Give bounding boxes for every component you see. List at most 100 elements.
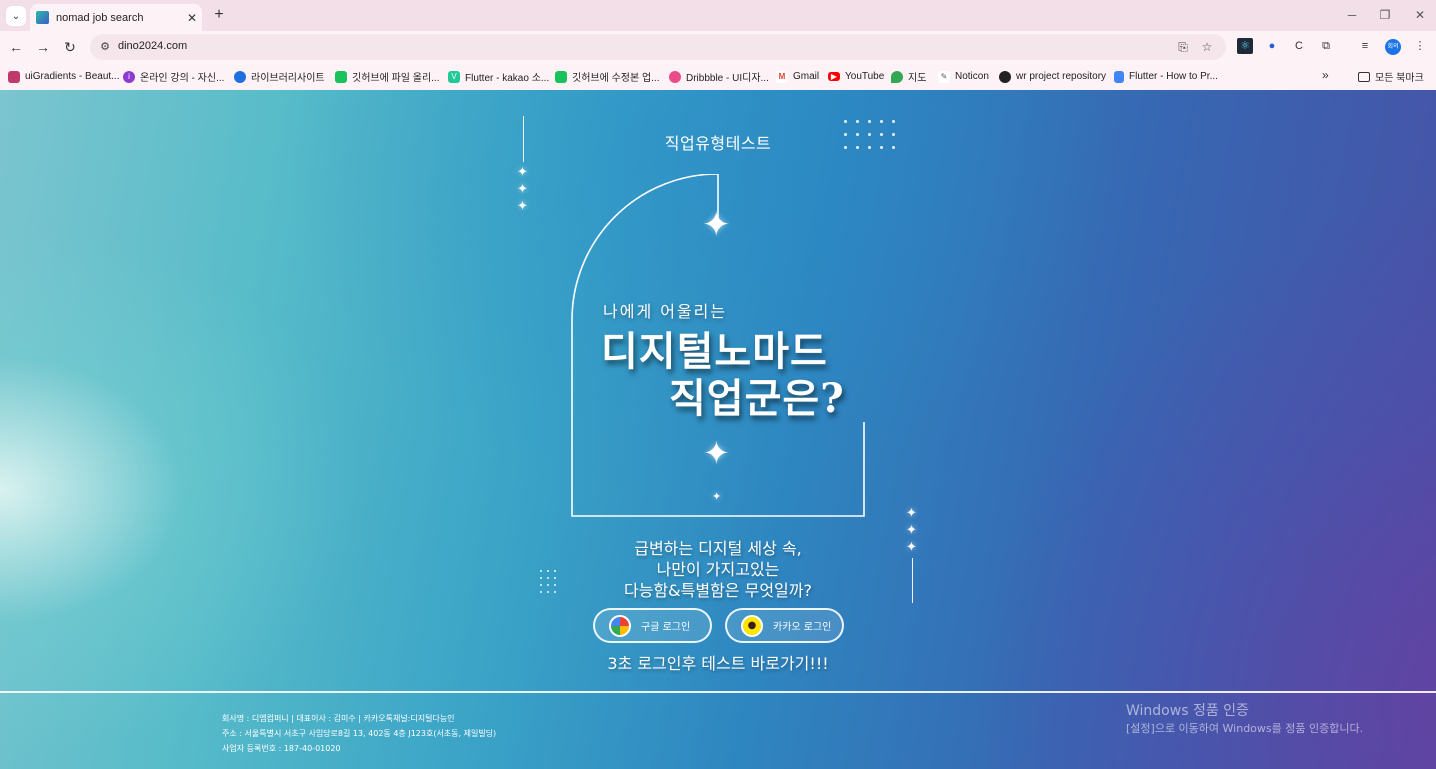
- description-line: 급변하는 디지털 세상 속,: [634, 539, 802, 558]
- bookmark-label: 지도: [908, 73, 927, 84]
- bookmark-item[interactable]: 깃허브에 파일 올리...: [335, 68, 440, 85]
- extension-globe-icon[interactable]: ●: [1264, 38, 1280, 54]
- back-arrow-icon[interactable]: ←: [6, 37, 26, 57]
- dot-grid-decoration: [540, 570, 556, 593]
- url-text[interactable]: dino2024.com: [118, 40, 187, 52]
- decorative-line: [912, 558, 913, 603]
- install-app-icon[interactable]: ⎘: [1174, 38, 1192, 56]
- small-sparkle-icon: ✦: [712, 491, 722, 503]
- dot-grid-decoration: [844, 120, 895, 149]
- menu-kebab-icon[interactable]: ⋮: [1412, 38, 1428, 54]
- sparkle-icon: ✦: [906, 539, 917, 554]
- windows-activation-subtitle: [설정]으로 이동하여 Windows를 정품 인증합니다.: [1126, 722, 1364, 735]
- minimize-icon[interactable]: ─: [1342, 6, 1362, 24]
- sparkle-icon: ✦: [517, 164, 528, 179]
- large-sparkle-icon: ✦: [702, 206, 731, 244]
- youtube-icon: ▶: [828, 72, 840, 81]
- extension-ci-icon[interactable]: C: [1291, 38, 1307, 54]
- bookmark-item[interactable]: 라이브러리사이트: [234, 68, 325, 85]
- bookmark-label: 라이브러리사이트: [251, 73, 325, 84]
- site-info-icon[interactable]: ⚙: [98, 39, 112, 55]
- bookmark-label: wr project repository: [1016, 71, 1107, 82]
- extensions-puzzle-icon[interactable]: ⧉: [1318, 38, 1334, 54]
- bookmark-item[interactable]: V Flutter - kakao 소...: [448, 68, 549, 85]
- folder-label: 모든 북마크: [1375, 73, 1424, 84]
- library-icon: [234, 70, 246, 83]
- velog-icon: V: [448, 70, 460, 83]
- tab-title: nomad job search: [56, 11, 144, 24]
- description: 급변하는 디지털 세상 속, 나만이 가지고있는 다능함&특별함은 무엇일까?: [568, 538, 868, 601]
- page-viewport: 직업유형테스트 ✦ ✦ ✦ ✦ ✦ ✦ 나에게 어울리는 디지털노마드 직업군은…: [0, 90, 1436, 769]
- naver-blog-icon: [335, 70, 347, 83]
- profile-avatar[interactable]: 회의: [1385, 39, 1401, 55]
- restore-icon[interactable]: ❐: [1375, 6, 1395, 24]
- sparkle-icon: ✦: [517, 198, 528, 213]
- forward-arrow-icon[interactable]: →: [33, 37, 53, 57]
- address-bar[interactable]: ⚙ dino2024.com ⎘ ☆: [90, 34, 1226, 60]
- all-bookmarks-folder[interactable]: 모든 북마크: [1358, 68, 1424, 85]
- bookmark-item[interactable]: Flutter - How to Pr...: [1114, 68, 1218, 85]
- browser-tab[interactable]: nomad job search ✕: [30, 4, 202, 31]
- bookmark-label: uiGradients - Beaut...: [25, 71, 120, 82]
- inflearn-icon: i: [123, 70, 135, 83]
- new-tab-button[interactable]: +: [210, 5, 228, 25]
- sparkle-icon: ✦: [906, 522, 917, 537]
- bookmark-item[interactable]: M Gmail: [776, 68, 819, 85]
- bookmark-item[interactable]: 지도: [891, 68, 926, 85]
- test-shortcut-text: 3초 로그인후 테스트 바로가기!!!: [607, 654, 829, 673]
- page-title: 직업유형테스트: [664, 134, 772, 153]
- bookmark-label: YouTube: [845, 71, 885, 82]
- large-sparkle-icon: ✦: [703, 435, 730, 471]
- window-close-icon[interactable]: ✕: [1410, 6, 1430, 24]
- tab-search-chevron-icon[interactable]: ⌄: [6, 6, 26, 26]
- tab-close-icon[interactable]: ✕: [182, 11, 202, 25]
- bookmarks-overflow-icon[interactable]: »: [1322, 68, 1329, 82]
- bookmark-label: Noticon: [955, 71, 989, 82]
- kakao-login-button[interactable]: ● 카카오 로그인: [725, 608, 844, 643]
- noticon-icon: ✎: [938, 70, 950, 83]
- gmail-icon: M: [776, 70, 788, 83]
- folder-icon: [1358, 71, 1370, 82]
- bookmark-item[interactable]: 깃허브에 수정본 업...: [555, 68, 660, 85]
- footer-address: 주소 : 서울특별시 서초구 사임당로8길 13, 402동 4층 J123호(…: [222, 729, 497, 738]
- dribbble-icon: [669, 70, 681, 83]
- footer-business-number: 사업자 등록번호 : 187-40-01020: [222, 744, 341, 753]
- windows-activation-title: Windows 정품 인증: [1126, 703, 1249, 719]
- sparkle-icon: ✦: [517, 181, 528, 196]
- kakao-login-label: 카카오 로그인: [773, 622, 832, 633]
- bookmark-item[interactable]: Dribbble - UI디자...: [669, 68, 769, 85]
- footer-company-info: 회사명 : 디엠컴퍼니 | 대표이사 : 김미수 | 카카오톡채널:디지털다능인: [222, 714, 455, 723]
- github-icon: [999, 70, 1011, 83]
- tab-strip: ⌄ nomad job search ✕ + ─ ❐ ✕: [0, 0, 1436, 31]
- bookmark-item[interactable]: i 온라인 강의 - 자신...: [123, 68, 224, 85]
- bookmark-label: 깃허브에 파일 올리...: [352, 73, 440, 84]
- hero-heading-line2: 직업군은?: [669, 375, 845, 422]
- bookmark-item[interactable]: ✎ Noticon: [938, 68, 989, 85]
- reading-list-icon[interactable]: ≡: [1357, 38, 1373, 54]
- bookmark-label: Dribbble - UI디자...: [686, 73, 769, 84]
- google-login-label: 구글 로그인: [641, 622, 691, 633]
- footer-divider: [0, 691, 1436, 693]
- naver-blog-icon: [555, 70, 567, 83]
- bookmark-item[interactable]: wr project repository: [999, 68, 1106, 85]
- bookmarks-bar: uiGradients - Beaut... i 온라인 강의 - 자신... 라…: [0, 63, 1436, 90]
- maps-icon: [891, 70, 903, 83]
- decorative-line: [523, 116, 524, 162]
- google-login-button[interactable]: 구글 로그인: [593, 608, 712, 643]
- bookmark-label: Flutter - How to Pr...: [1129, 71, 1218, 82]
- sparkle-icon: ✦: [906, 505, 917, 520]
- react-devtools-icon[interactable]: ⚛: [1237, 38, 1253, 54]
- browser-toolbar: ← → ↻ ⚙ dino2024.com ⎘ ☆ ⚛ ● C ⧉ ≡ 회의 ⋮: [0, 31, 1436, 63]
- bookmark-item[interactable]: ▶ YouTube: [828, 68, 884, 85]
- bookmark-label: Gmail: [793, 71, 820, 82]
- description-line: 다능함&특별함은 무엇일까?: [624, 581, 812, 600]
- bookmark-item[interactable]: uiGradients - Beaut...: [8, 68, 120, 85]
- uigradients-icon: [8, 70, 20, 83]
- bookmark-star-icon[interactable]: ☆: [1198, 38, 1216, 56]
- bookmark-label: 온라인 강의 - 자신...: [140, 73, 225, 84]
- site-favicon-icon: [36, 11, 49, 24]
- google-icon: [609, 614, 631, 637]
- reload-icon[interactable]: ↻: [60, 37, 80, 57]
- document-icon: [1114, 70, 1124, 83]
- bookmark-label: 깃허브에 수정본 업...: [572, 73, 660, 84]
